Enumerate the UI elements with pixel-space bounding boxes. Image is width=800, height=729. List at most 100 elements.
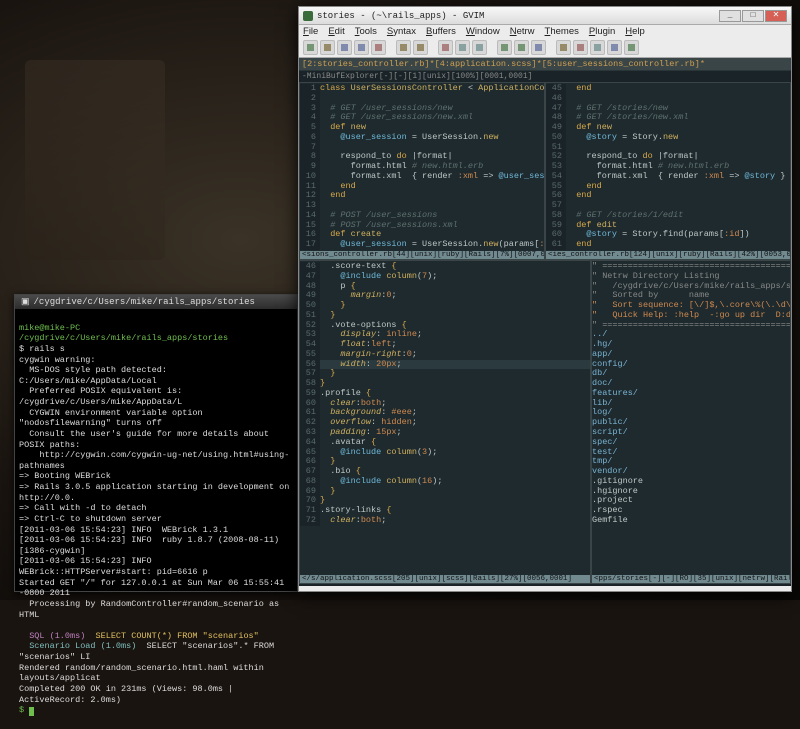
- sql-line-2: Scenario Load (1.0ms): [19, 641, 147, 651]
- menu-help[interactable]: Help: [625, 26, 645, 37]
- pane-bottom-right-netrw[interactable]: " ======================================…: [591, 260, 791, 584]
- toolbar-help-icon[interactable]: [607, 40, 622, 55]
- terminal-line: [2011-03-06 15:54:23] INFO ruby 1.8.7 (2…: [19, 535, 293, 556]
- terminal-line: => Ctrl-C to shutdown server: [19, 514, 293, 525]
- terminal-titlebar[interactable]: ▣ /cygdrive/c/Users/mike/rails_apps/stor…: [15, 295, 297, 309]
- code-line[interactable]: 50 @story = Story.new: [546, 133, 790, 143]
- toolbar-open-icon[interactable]: [320, 40, 335, 55]
- code-line[interactable]: 56 end: [546, 191, 790, 201]
- cursor-icon: [29, 707, 34, 716]
- terminal-cursor-line: $: [19, 705, 29, 715]
- line-number: 4: [300, 113, 320, 123]
- menu-edit[interactable]: Edit: [328, 26, 344, 37]
- code-line[interactable]: 56 width: 20px;: [300, 360, 590, 370]
- line-number: 6: [300, 133, 320, 143]
- pane-bottom-left[interactable]: 46 .score-text {47 @include column(7);48…: [299, 260, 591, 584]
- terminal-icon: ▣: [21, 297, 30, 307]
- netrw-item[interactable]: Gemfile: [592, 516, 790, 526]
- line-number: 3: [300, 104, 320, 114]
- pane-status-br: <pps/stories[-][-][RO][35][unix][netrw][…: [592, 575, 790, 583]
- code-line[interactable]: 17 @user_session = UserSession.new(param…: [300, 240, 544, 250]
- menu-netrw[interactable]: Netrw: [510, 26, 535, 37]
- toolbar-copy-icon[interactable]: [455, 40, 470, 55]
- netrw-item[interactable]: db/: [592, 369, 790, 379]
- terminal-line: Processing by RandomController#random_sc…: [19, 599, 293, 620]
- menu-syntax[interactable]: Syntax: [387, 26, 416, 37]
- netrw-item[interactable]: features/: [592, 389, 790, 399]
- terminal-line: Started GET "/" for 127.0.0.1 at Sun Mar…: [19, 578, 293, 599]
- close-button[interactable]: ✕: [765, 10, 787, 22]
- netrw-item[interactable]: spec/: [592, 438, 790, 448]
- netrw-item[interactable]: script/: [592, 428, 790, 438]
- terminal-tail-2: Completed 200 OK in 231ms (Views: 98.0ms…: [19, 684, 238, 705]
- window-title: stories - (~\rails_apps) - GVIM: [317, 11, 715, 21]
- toolbar[interactable]: [299, 38, 791, 58]
- toolbar-undo-icon[interactable]: [396, 40, 411, 55]
- code-line[interactable]: 69 }: [300, 487, 590, 497]
- pane-top-right[interactable]: 45 end4647 # GET /stories/new48 # GET /s…: [545, 82, 791, 260]
- code-line[interactable]: 50 }: [300, 301, 590, 311]
- toolbar-ctags-icon[interactable]: [590, 40, 605, 55]
- toolbar-print-icon[interactable]: [371, 40, 386, 55]
- toolbar-shell-icon[interactable]: [573, 40, 588, 55]
- code-line[interactable]: 1class UserSessionsController < Applicat…: [300, 84, 544, 94]
- sql-line-1: SQL (1.0ms): [19, 631, 96, 641]
- terminal-line: [2011-03-06 15:54:23] INFO WEBrick 1.3.1: [19, 525, 293, 536]
- line-number: 72: [300, 516, 320, 526]
- menu-plugin[interactable]: Plugin: [589, 26, 615, 37]
- gvim-window[interactable]: stories - (~\rails_apps) - GVIM _ □ ✕ Fi…: [298, 6, 792, 592]
- toolbar-find-icon[interactable]: [497, 40, 512, 55]
- menu-window[interactable]: Window: [466, 26, 500, 37]
- maximize-button[interactable]: □: [742, 10, 764, 22]
- netrw-item[interactable]: config/: [592, 360, 790, 370]
- buffer-tab-bar[interactable]: [2:stories_controller.rb]*[4:application…: [299, 58, 791, 71]
- terminal-prompt: mike@mike-PC /cygdrive/c/Users/mike/rail…: [19, 323, 228, 344]
- menu-file[interactable]: File: [303, 26, 318, 37]
- terminal-line: CYGWIN environment variable option "nodo…: [19, 408, 293, 429]
- toolbar-script-icon[interactable]: [624, 40, 639, 55]
- gvim-app-icon: [303, 11, 313, 21]
- toolbar-cut-icon[interactable]: [438, 40, 453, 55]
- code-line[interactable]: 72 clear:both;: [300, 516, 590, 526]
- menu-buffers[interactable]: Buffers: [426, 26, 456, 37]
- code-line[interactable]: 68 @include column(16);: [300, 477, 590, 487]
- netrw-separator: " ======================================…: [592, 321, 790, 331]
- terminal-line: MS-DOS style path detected: C:/Users/mik…: [19, 365, 293, 386]
- terminal-window[interactable]: ▣ /cygdrive/c/Users/mike/rails_apps/stor…: [14, 294, 298, 592]
- terminal-body[interactable]: mike@mike-PC /cygdrive/c/Users/mike/rail…: [15, 309, 297, 729]
- toolbar-findnext-icon[interactable]: [514, 40, 529, 55]
- pane-status-tr: <ies_controller.rb[124][unix][ruby][Rail…: [546, 251, 790, 259]
- line-number: 17: [300, 240, 320, 250]
- window-titlebar[interactable]: stories - (~\rails_apps) - GVIM _ □ ✕: [299, 7, 791, 25]
- menu-themes[interactable]: Themes: [545, 26, 579, 37]
- pane-status-tl: <sions_controller.rb[44][unix][ruby][Rai…: [300, 251, 544, 259]
- toolbar-redo-icon[interactable]: [413, 40, 428, 55]
- toolbar-save-icon[interactable]: [337, 40, 352, 55]
- code-line[interactable]: 57 }: [300, 369, 590, 379]
- toolbar-saveall-icon[interactable]: [354, 40, 369, 55]
- code-line[interactable]: 65 @include column(3);: [300, 448, 590, 458]
- netrw-item[interactable]: test/: [592, 448, 790, 458]
- line-number: 61: [546, 240, 566, 250]
- netrw-item[interactable]: .hg/: [592, 340, 790, 350]
- line-number: 2: [300, 94, 320, 104]
- menu-tools[interactable]: Tools: [355, 26, 377, 37]
- minimize-button[interactable]: _: [719, 10, 741, 22]
- netrw-item[interactable]: ../: [592, 330, 790, 340]
- netrw-item[interactable]: lib/: [592, 399, 790, 409]
- code-line[interactable]: 6 @user_session = UserSession.new: [300, 133, 544, 143]
- toolbar-make-icon[interactable]: [556, 40, 571, 55]
- pane-status-bl: </s/application.scss[205][unix][scss][Ra…: [300, 575, 590, 583]
- command-line[interactable]: [299, 584, 791, 586]
- toolbar-replace-icon[interactable]: [531, 40, 546, 55]
- terminal-line: Preferred POSIX equivalent is: /cygdrive…: [19, 386, 293, 407]
- code-line[interactable]: 12 end: [300, 191, 544, 201]
- toolbar-paste-icon[interactable]: [472, 40, 487, 55]
- code-line[interactable]: 45 end: [546, 84, 790, 94]
- pane-top-left[interactable]: 1class UserSessionsController < Applicat…: [299, 82, 545, 260]
- code-line[interactable]: 61 end: [546, 240, 790, 250]
- toolbar-new-icon[interactable]: [303, 40, 318, 55]
- menu-bar[interactable]: File Edit Tools Syntax Buffers Window Netrw The…: [299, 25, 791, 38]
- line-number: 8: [300, 152, 320, 162]
- editor-area[interactable]: [2:stories_controller.rb]*[4:application…: [299, 58, 791, 586]
